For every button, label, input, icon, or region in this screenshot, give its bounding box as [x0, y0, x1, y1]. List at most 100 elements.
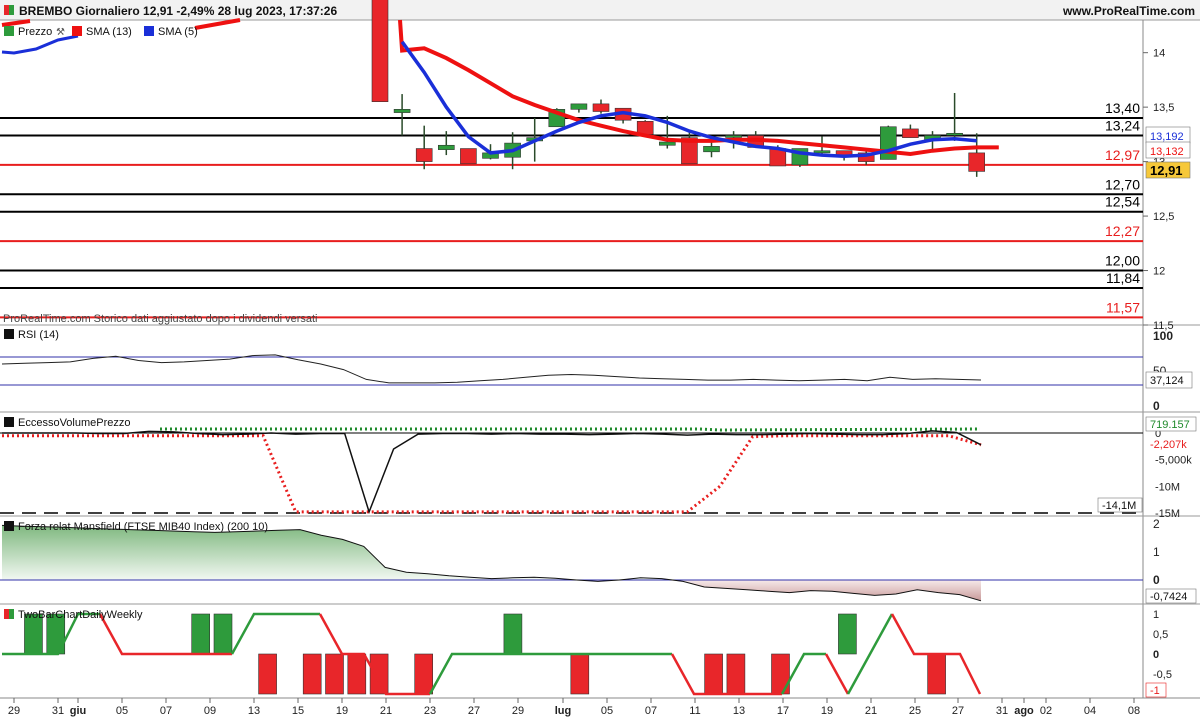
twobar-bar	[258, 653, 277, 695]
x-tick-label: 29	[8, 705, 20, 717]
evp-legend-label: EccessoVolumePrezzo	[18, 417, 131, 429]
evp-tag-red: -2,207k	[1150, 439, 1187, 451]
x-tick-label: 11	[689, 705, 700, 717]
twobar-legend-swatch-half	[4, 609, 9, 619]
twobar-bar	[726, 653, 746, 695]
x-tick-label: 21	[380, 705, 392, 717]
wrench-icon: ⚒	[56, 27, 65, 38]
price-legend-swatch	[144, 26, 154, 36]
twobar-bar	[704, 653, 723, 695]
twobar-bar	[771, 653, 790, 695]
sma5-line-left	[1, 34, 79, 55]
x-tick-label: lug	[555, 705, 572, 717]
x-tick-label: 21	[865, 705, 877, 717]
price-legend-swatch	[72, 26, 82, 36]
twobar-line-segment	[428, 652, 672, 695]
rsi-legend-swatch	[4, 329, 14, 339]
x-tick-label: 27	[468, 705, 480, 717]
rsi-tick-label: 100	[1153, 329, 1173, 343]
twobar-bar	[570, 653, 590, 695]
twobar-tick-label: 1	[1153, 609, 1159, 621]
sma13-line-left	[1, 19, 31, 27]
price-legend-label: SMA (13)	[86, 26, 132, 38]
twobar-tick-label: -0,5	[1153, 669, 1172, 681]
candle-body	[879, 126, 897, 160]
mansfield-legend-label: Forza relat Mansfield (FTSE MIB40 Index)…	[18, 521, 268, 533]
x-tick-label: 31	[996, 705, 1008, 717]
rsi-value-tag: 37,124	[1150, 375, 1184, 387]
rsi-line	[1, 354, 982, 384]
x-tick-label: giu	[70, 705, 87, 717]
twobar-line-segment	[230, 612, 320, 655]
price-legend-swatch	[4, 26, 14, 36]
price-tick-label: 13,5	[1153, 102, 1174, 114]
x-tick-label: 27	[952, 705, 964, 717]
candle-body	[393, 109, 411, 113]
price-tick-label: 14	[1153, 48, 1165, 60]
twobar-tag-neg: -1	[1150, 685, 1160, 697]
x-tick-label: 23	[424, 705, 436, 717]
twobar-tick-label: 0	[1153, 649, 1159, 661]
x-tick-label: ago	[1014, 705, 1034, 717]
level-label: 12,00	[1105, 253, 1140, 269]
chart-canvas: BREMBO Giornaliero 12,91 -2,49% 28 lug 2…	[0, 0, 1200, 720]
x-axis: 29 31 giu 05 07 09 13 15 19 21 23 27 29 lug 05 07 11 13 17…	[0, 697, 1200, 720]
price-tag: 13,192	[1150, 131, 1184, 143]
mansfield-legend-swatch	[4, 521, 14, 531]
twobar-bar	[213, 613, 233, 655]
chart-title: BREMBO Giornaliero 12,91 -2,49% 28 lug 2…	[19, 4, 337, 18]
twobar-bar	[369, 653, 389, 695]
price-tag: 13,132	[1150, 146, 1184, 158]
mansfield-tick-label: 1	[1153, 545, 1160, 559]
mansfield-value-tag: -0,7424	[1150, 591, 1187, 603]
price-legend-label: Prezzo	[18, 26, 52, 38]
twobar-bar	[347, 653, 367, 695]
mansfield-tick-label: 0	[1153, 573, 1160, 587]
twobar-tick-label: 0,5	[1153, 629, 1168, 641]
price-tick-label: 12	[1153, 266, 1165, 278]
evp-tick-label: -10M	[1155, 481, 1180, 493]
twobar-bar	[838, 613, 857, 655]
x-tick-label: 05	[116, 705, 128, 717]
evp-line	[2, 430, 982, 515]
level-label: 12,54	[1105, 194, 1140, 210]
x-tick-label: 07	[160, 705, 172, 717]
evp-tag-green: 719.157	[1150, 419, 1190, 431]
price-panel: 13,4013,24 12,97 12,70 12,54 12,27 12,0011,84…	[0, 0, 1191, 332]
rsi-legend-label: RSI (14)	[18, 329, 59, 341]
x-tick-label: 31	[52, 705, 64, 717]
twobar-panel: 1 0,5 0 -0,5 -1 TwoBarChartDailyWeekly	[2, 609, 1172, 698]
candle-body	[658, 141, 676, 146]
candle-body	[371, 0, 389, 102]
twobar-bar	[927, 653, 946, 695]
evp-tick-label: -5,000k	[1155, 455, 1192, 467]
level-label: 11,84	[1106, 270, 1140, 286]
twobar-bar	[414, 653, 434, 695]
candle-body	[946, 132, 963, 136]
twobar-legend-label: TwoBarChartDailyWeekly	[18, 609, 143, 621]
evp-panel: 0-5,000k-10M-15M719.157-2,207k-14,1MEcce…	[0, 416, 1197, 520]
x-tick-label: 13	[248, 705, 260, 717]
x-tick-label: 25	[909, 705, 921, 717]
candle-body	[968, 152, 986, 172]
watermark-label: ProRealTime.com Storico dati aggiustato …	[3, 313, 317, 325]
x-tick-label: 05	[601, 705, 613, 717]
level-label: 13,40	[1105, 100, 1140, 116]
twobar-bar	[191, 613, 210, 655]
header-swatch-half	[4, 5, 9, 15]
level-label: 12,97	[1105, 147, 1140, 163]
x-tick-label: 29	[512, 705, 524, 717]
mansfield-pos-area	[2, 525, 981, 580]
evp-red-dotted	[2, 434, 982, 514]
evp-min-tag: -14,1M	[1102, 500, 1136, 512]
x-tick-label: 07	[645, 705, 657, 717]
candle-body	[813, 150, 831, 154]
rsi-tick-label: 0	[1153, 399, 1160, 413]
candle-body	[415, 148, 433, 162]
evp-green-dotted	[160, 427, 981, 432]
x-tick-label: 09	[204, 705, 216, 717]
mansfield-tick-label: 2	[1153, 517, 1160, 531]
level-label: 13,24	[1105, 117, 1140, 133]
x-tick-label: 19	[821, 705, 833, 717]
brand-label: www.ProRealTime.com	[1062, 4, 1195, 18]
